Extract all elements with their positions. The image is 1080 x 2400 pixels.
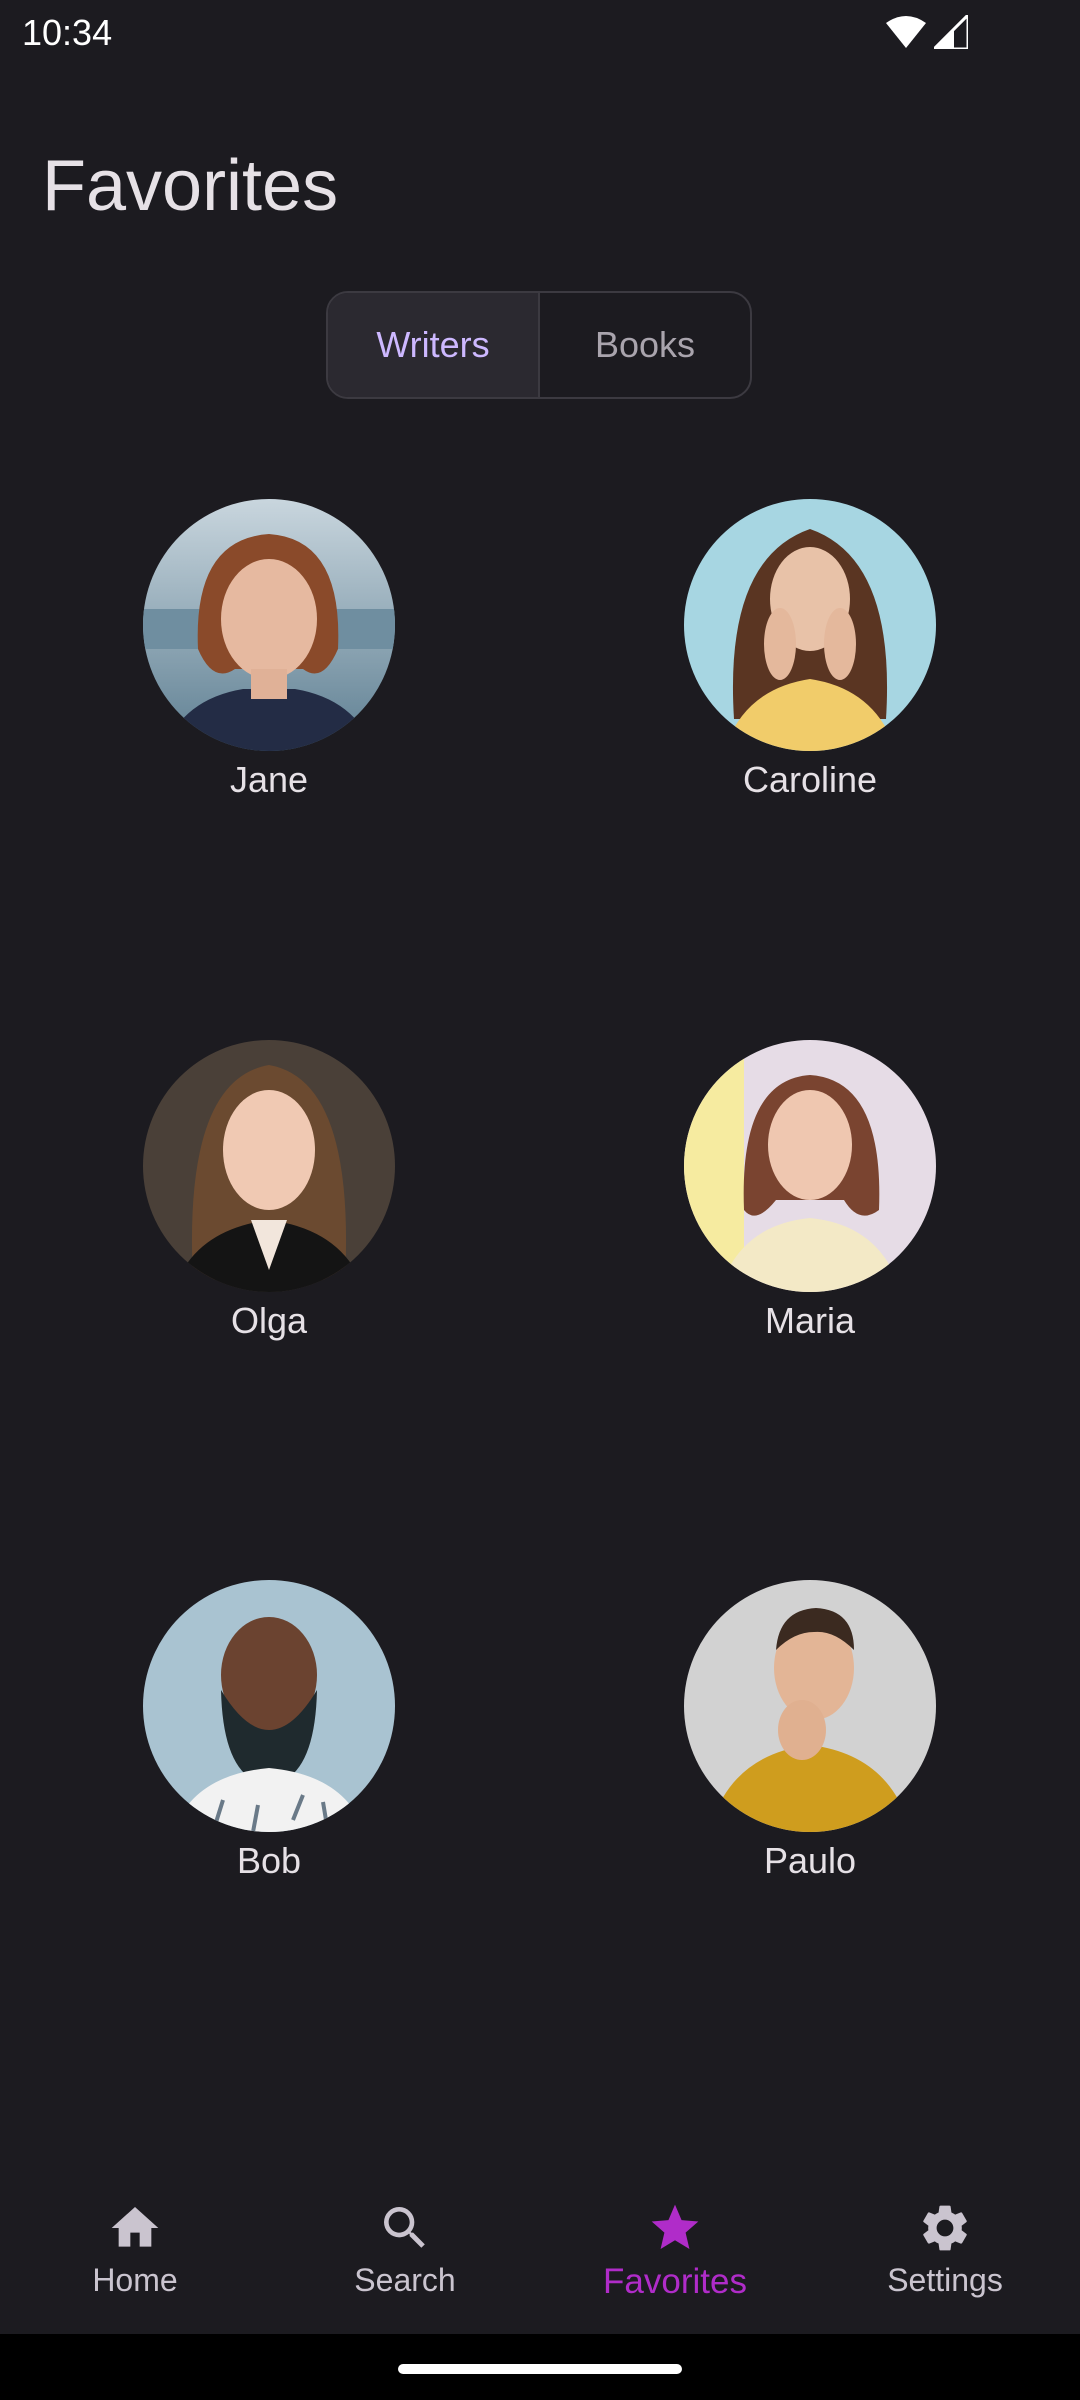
writer-card[interactable]: Caroline: [660, 499, 960, 801]
nav-home[interactable]: Home: [35, 2200, 235, 2299]
cellular-signal-icon: [934, 15, 968, 49]
status-time: 10:34: [22, 12, 113, 53]
star-icon: [651, 2204, 699, 2249]
avatar: [684, 1040, 936, 1292]
gear-icon: [923, 2205, 967, 2251]
home-icon: [111, 2207, 159, 2247]
search-icon: [384, 2207, 425, 2248]
nav-label: Settings: [887, 2262, 1003, 2298]
tab-writers[interactable]: Writers: [328, 293, 538, 397]
writer-card[interactable]: Bob: [119, 1580, 419, 1882]
segmented-tabs: Writers Books: [326, 291, 752, 399]
writer-name: Caroline: [742, 759, 878, 800]
nav-label: Home: [92, 2262, 178, 2298]
avatar: [143, 1040, 395, 1292]
bottom-navigation: Home Search Favorites Settings: [0, 2170, 1080, 2334]
writer-card[interactable]: Paulo: [660, 1580, 960, 1882]
nav-favorites[interactable]: Favorites: [575, 2200, 775, 2302]
writer-card[interactable]: Olga: [119, 1040, 419, 1342]
writer-name: Jane: [229, 759, 309, 800]
status-bar: 10:34: [0, 0, 1080, 64]
nav-search[interactable]: Search: [305, 2200, 505, 2299]
avatar: [143, 1580, 395, 1832]
nav-label: Search: [354, 2262, 456, 2298]
system-gesture-area: [0, 2334, 1080, 2400]
page-title: Favorites: [42, 146, 339, 226]
wifi-icon: [886, 16, 926, 48]
writer-name: Paulo: [763, 1840, 857, 1881]
nav-label: Favorites: [603, 2262, 747, 2301]
avatar: [143, 499, 395, 751]
writer-name: Bob: [236, 1840, 302, 1881]
gesture-handle[interactable]: [398, 2364, 682, 2374]
avatar: [684, 1580, 936, 1832]
nav-settings[interactable]: Settings: [845, 2200, 1045, 2299]
status-icons: [886, 12, 968, 52]
writer-name: Olga: [230, 1300, 308, 1341]
tab-books[interactable]: Books: [538, 293, 750, 397]
writer-card[interactable]: Jane: [119, 499, 419, 801]
writer-name: Maria: [764, 1300, 856, 1341]
avatar: [684, 499, 936, 751]
writer-card[interactable]: Maria: [660, 1040, 960, 1342]
